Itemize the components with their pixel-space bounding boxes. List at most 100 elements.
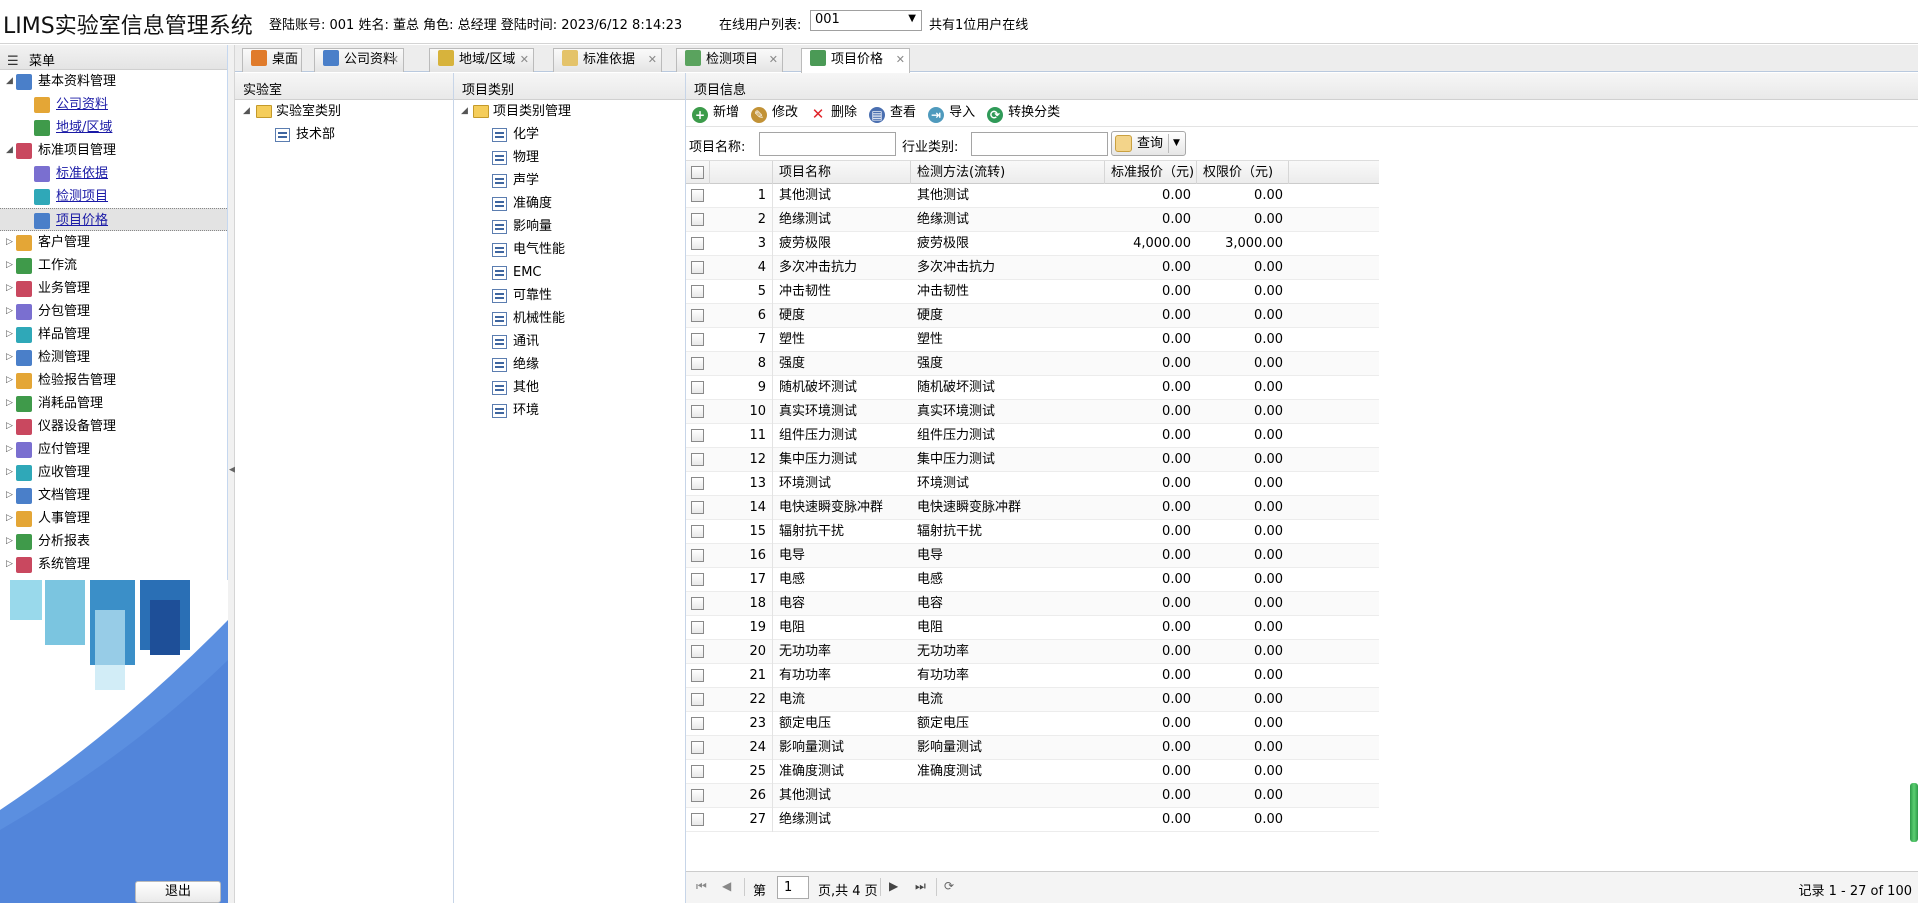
tree-node[interactable]: 环境 <box>454 399 685 422</box>
row-checkbox[interactable] <box>691 405 704 418</box>
table-row[interactable]: 16 电导 电导 0.00 0.00 <box>686 544 1379 568</box>
tab[interactable]: 公司资料 ✕ <box>314 48 404 72</box>
tree-node[interactable]: 物理 <box>454 146 685 169</box>
tree-root[interactable]: ◢ 项目类别管理 <box>454 100 685 123</box>
table-row[interactable]: 11 组件压力测试 组件压力测试 0.00 0.00 <box>686 424 1379 448</box>
menu-item[interactable]: ▷ 工作流 <box>0 254 227 277</box>
menu-item[interactable]: ▷ 业务管理 <box>0 277 227 300</box>
table-row[interactable]: 15 辐射抗干扰 辐射抗干扰 0.00 0.00 <box>686 520 1379 544</box>
table-row[interactable]: 10 真实环境测试 真实环境测试 0.00 0.00 <box>686 400 1379 424</box>
row-checkbox[interactable] <box>691 261 704 274</box>
row-checkbox[interactable] <box>691 501 704 514</box>
view-button[interactable]: ▤ 查看 <box>869 100 916 125</box>
table-row[interactable]: 24 影响量测试 影响量测试 0.00 0.00 <box>686 736 1379 760</box>
row-checkbox[interactable] <box>691 789 704 802</box>
table-row[interactable]: 1 其他测试 其他测试 0.00 0.00 <box>686 184 1379 208</box>
row-checkbox[interactable] <box>691 333 704 346</box>
tree-root[interactable]: ◢ 实验室类别 <box>235 100 453 123</box>
add-button[interactable]: + 新增 <box>692 100 739 125</box>
select-all-checkbox[interactable] <box>691 166 704 179</box>
table-row[interactable]: 23 额定电压 额定电压 0.00 0.00 <box>686 712 1379 736</box>
collapsed-arrow-icon[interactable]: ▷ <box>6 530 13 553</box>
expanded-arrow-icon[interactable]: ◢ <box>6 70 13 93</box>
tree-node[interactable]: 可靠性 <box>454 284 685 307</box>
table-row[interactable]: 14 电快速瞬变脉冲群 电快速瞬变脉冲群 0.00 0.00 <box>686 496 1379 520</box>
menu-item[interactable]: ▷ 文档管理 <box>0 484 227 507</box>
row-checkbox[interactable] <box>691 381 704 394</box>
table-row[interactable]: 6 硬度 硬度 0.00 0.00 <box>686 304 1379 328</box>
row-checkbox[interactable] <box>691 357 704 370</box>
tree-node[interactable]: 准确度 <box>454 192 685 215</box>
collapsed-arrow-icon[interactable]: ▷ <box>6 484 13 507</box>
row-checkbox[interactable] <box>691 765 704 778</box>
tree-node[interactable]: 绝缘 <box>454 353 685 376</box>
tree-node[interactable]: 影响量 <box>454 215 685 238</box>
menu-item[interactable]: ▷ 仪器设备管理 <box>0 415 227 438</box>
row-checkbox[interactable] <box>691 525 704 538</box>
import-button[interactable]: ⇥ 导入 <box>928 100 975 125</box>
close-icon[interactable]: ✕ <box>390 49 399 71</box>
table-row[interactable]: 25 准确度测试 准确度测试 0.00 0.00 <box>686 760 1379 784</box>
table-row[interactable]: 18 电容 电容 0.00 0.00 <box>686 592 1379 616</box>
row-checkbox[interactable] <box>691 237 704 250</box>
tab[interactable]: 项目价格 ✕ <box>801 48 910 73</box>
chevron-down-icon[interactable]: ▼ <box>1173 132 1180 155</box>
collapsed-arrow-icon[interactable]: ▷ <box>6 415 13 438</box>
collapsed-arrow-icon[interactable]: ▷ <box>6 231 13 254</box>
row-checkbox[interactable] <box>691 213 704 226</box>
expanded-arrow-icon[interactable]: ◢ <box>6 139 13 162</box>
scrollbar-thumb[interactable] <box>1910 783 1918 842</box>
table-row[interactable]: 13 环境测试 环境测试 0.00 0.00 <box>686 472 1379 496</box>
tree-node[interactable]: 化学 <box>454 123 685 146</box>
menu-item[interactable]: ▷ 样品管理 <box>0 323 227 346</box>
menu-item[interactable]: ▷ 分包管理 <box>0 300 227 323</box>
industry-input[interactable] <box>971 132 1108 156</box>
collapsed-arrow-icon[interactable]: ▷ <box>6 461 13 484</box>
column-header[interactable]: 项目名称 <box>773 161 911 184</box>
column-header[interactable]: 检测方法(流转) <box>911 161 1105 184</box>
table-row[interactable]: 2 绝缘测试 绝缘测试 0.00 0.00 <box>686 208 1379 232</box>
tab[interactable]: 标准依据 ✕ <box>553 48 662 72</box>
column-header[interactable]: 标准报价（元) <box>1105 161 1197 184</box>
tree-node[interactable]: 机械性能 <box>454 307 685 330</box>
menu-item[interactable]: 公司资料 <box>0 93 227 116</box>
menu-item[interactable]: 项目价格 <box>0 208 227 231</box>
menu-item[interactable]: 地域/区域 <box>0 116 227 139</box>
tree-node[interactable]: 声学 <box>454 169 685 192</box>
table-row[interactable]: 7 塑性 塑性 0.00 0.00 <box>686 328 1379 352</box>
close-icon[interactable]: ✕ <box>769 49 778 71</box>
row-checkbox[interactable] <box>691 597 704 610</box>
table-row[interactable]: 12 集中压力测试 集中压力测试 0.00 0.00 <box>686 448 1379 472</box>
tree-node[interactable]: 技术部 <box>235 123 453 146</box>
table-row[interactable]: 26 其他测试 0.00 0.00 <box>686 784 1379 808</box>
table-row[interactable]: 9 随机破坏测试 随机破坏测试 0.00 0.00 <box>686 376 1379 400</box>
table-row[interactable]: 27 绝缘测试 0.00 0.00 <box>686 808 1379 832</box>
menu-item[interactable]: ▷ 人事管理 <box>0 507 227 530</box>
table-row[interactable]: 5 冲击韧性 冲击韧性 0.00 0.00 <box>686 280 1379 304</box>
table-row[interactable]: 3 疲劳极限 疲劳极限 4,000.00 3,000.00 <box>686 232 1379 256</box>
logout-button[interactable]: 退出 <box>135 881 221 903</box>
expanded-arrow-icon[interactable]: ◢ <box>461 100 468 123</box>
sidebar-collapse-handle[interactable]: ◀ <box>228 45 236 903</box>
row-checkbox[interactable] <box>691 621 704 634</box>
row-checkbox[interactable] <box>691 477 704 490</box>
collapsed-arrow-icon[interactable]: ▷ <box>6 438 13 461</box>
query-button[interactable]: 查询 ▼ <box>1111 131 1186 156</box>
tab[interactable]: 检测项目 ✕ <box>676 48 783 72</box>
row-checkbox[interactable] <box>691 309 704 322</box>
menu-item[interactable]: ▷ 检测管理 <box>0 346 227 369</box>
menu-item[interactable]: ◢ 标准项目管理 <box>0 139 227 162</box>
table-row[interactable]: 17 电感 电感 0.00 0.00 <box>686 568 1379 592</box>
menu-item[interactable]: ▷ 消耗品管理 <box>0 392 227 415</box>
prev-page-icon[interactable]: ◀ <box>722 879 731 893</box>
row-checkbox[interactable] <box>691 645 704 658</box>
collapsed-arrow-icon[interactable]: ▷ <box>6 300 13 323</box>
row-checkbox[interactable] <box>691 741 704 754</box>
tree-node[interactable]: 其他 <box>454 376 685 399</box>
edit-button[interactable]: ✎ 修改 <box>751 100 798 125</box>
menu-item[interactable]: 标准依据 <box>0 162 227 185</box>
menu-item[interactable]: ▷ 客户管理 <box>0 231 227 254</box>
table-row[interactable]: 21 有功功率 有功功率 0.00 0.00 <box>686 664 1379 688</box>
online-users-select[interactable]: 001 ▼ <box>810 10 922 31</box>
menu-item[interactable]: ▷ 系统管理 <box>0 553 227 576</box>
